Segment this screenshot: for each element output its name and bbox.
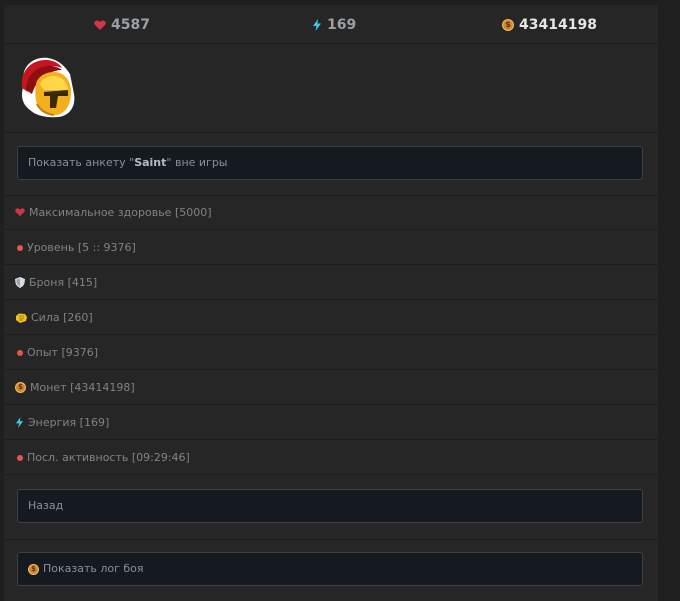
fist-icon — [16, 313, 27, 323]
hp-value: 4587 — [111, 17, 150, 33]
stat-label: Энергия [169] — [28, 416, 110, 429]
stat-label: Броня [415] — [29, 276, 98, 289]
red-dot-icon — [17, 244, 23, 251]
coin-icon: $ — [15, 382, 26, 393]
profile-name: Saint — [134, 156, 167, 169]
profile-button-prefix: Показать анкету " — [28, 156, 135, 169]
shield-icon — [15, 277, 25, 288]
energy-stat: 169 — [312, 17, 356, 33]
battle-log-block: $ Показать лог боя — [4, 540, 658, 601]
red-dot-icon — [17, 349, 23, 356]
stat-row-coins: $ Монет [43414198] — [4, 371, 658, 405]
stat-row-strength: Сила [260] — [4, 301, 658, 335]
stat-row-level: Уровень [5 :: 9376] — [4, 231, 658, 265]
show-profile-button[interactable]: Показать анкету "Saint" вне игры — [17, 146, 643, 180]
show-battle-log-button[interactable]: $ Показать лог боя — [17, 552, 643, 586]
stat-row-last-activity: Посл. активность [09:29:46] — [4, 441, 658, 475]
heart-icon — [94, 19, 106, 30]
energy-value: 169 — [327, 17, 357, 33]
stat-row-max-health: Максимальное здоровье [5000] — [4, 196, 658, 230]
gold-value: 43414198 — [519, 17, 597, 33]
stat-label: Максимальное здоровье [5000] — [29, 206, 212, 219]
gold-stat: $ 43414198 — [502, 17, 597, 33]
hp-stat: 4587 — [94, 17, 150, 33]
back-block: Назад — [4, 476, 658, 540]
coin-icon: $ — [28, 563, 39, 575]
avatar-section — [4, 44, 658, 133]
bolt-icon — [15, 417, 24, 428]
stat-row-experience: Опыт [9376] — [4, 336, 658, 370]
stat-label: Уровень [5 :: 9376] — [27, 241, 136, 254]
stat-label: Посл. активность [09:29:46] — [27, 451, 190, 464]
profile-button-suffix: " вне игры — [166, 156, 228, 169]
coin-icon: $ — [502, 19, 514, 31]
spartan-helmet-icon — [21, 57, 75, 118]
heart-icon — [15, 208, 25, 217]
bolt-icon — [313, 19, 321, 31]
stat-label: Опыт [9376] — [27, 346, 99, 359]
stat-row-armor: Броня [415] — [4, 266, 658, 300]
main-panel: 4587 169 $ 43414198 Показать анкету "Sai… — [4, 5, 658, 601]
stat-label: Монет [43414198] — [30, 381, 135, 394]
battle-log-label: Показать лог боя — [43, 562, 144, 575]
resource-bar: 4587 169 $ 43414198 — [4, 5, 658, 44]
profile-block: Показать анкету "Saint" вне игры — [4, 133, 658, 196]
red-dot-icon — [17, 454, 23, 461]
stat-row-energy: Энергия [169] — [4, 406, 658, 440]
stat-label: Сила [260] — [31, 311, 93, 324]
back-button[interactable]: Назад — [17, 489, 643, 523]
